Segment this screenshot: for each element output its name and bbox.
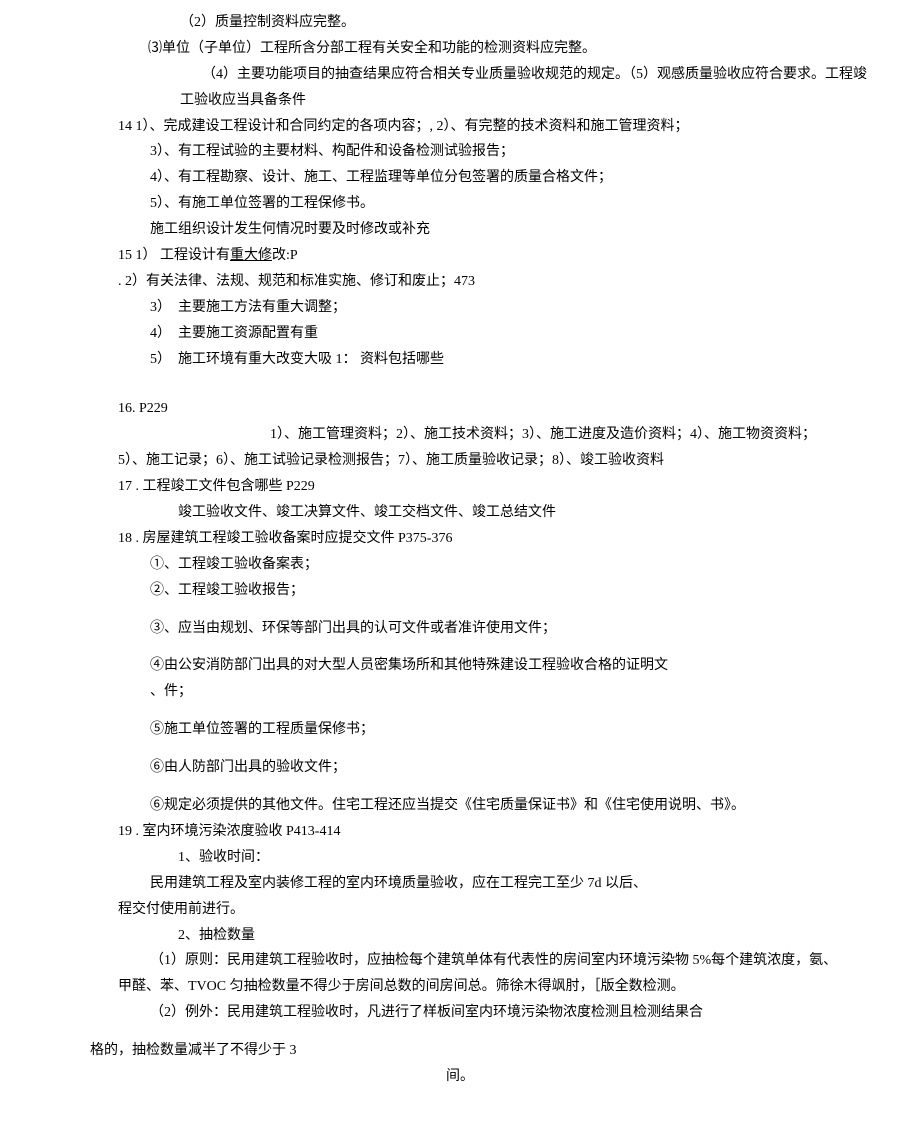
text-line: 15 1） 工程设计有重大修改:P (30, 243, 890, 269)
text-line: 16. P229 (30, 396, 890, 422)
text-line: 4）、有工程勘察、设计、施工、工程监理等单位分包签署的质量合格文件； (30, 165, 890, 191)
text-line: 施工组织设计发生何情况时要及时修改或补充 (30, 217, 890, 243)
text-line: 格的，抽检数量减半了不得少于 3 (30, 1038, 890, 1064)
text-line: ⑤施工单位签署的工程质量保修书； (30, 717, 890, 743)
underline-text: 重大修 (230, 248, 272, 263)
text-line: 程交付使用前进行。 (30, 897, 890, 923)
text-line: . 2）有关法律、法规、规范和标准实施、修订和废止；473 (30, 269, 890, 295)
text-line: ①、工程竣工验收备案表； (30, 552, 890, 578)
text-line: 2、抽检数量 (30, 923, 890, 949)
text-line: （2）例外：民用建筑工程验收时，凡进行了样板间室内环境污染物浓度检测且检测结果合 (30, 1000, 890, 1026)
text-line: 、件； (30, 679, 890, 705)
text-line: 5）、有施工单位签署的工程保修书。 (30, 191, 890, 217)
text-line: 竣工验收文件、竣工决算文件、竣工交档文件、竣工总结文件 (30, 500, 890, 526)
text-line: 1）、施工管理资料；2）、施工技术资料；3）、施工进度及造价资料；4）、施工物资… (30, 422, 890, 448)
text-line: 14 1）、完成建设工程设计和合同约定的各项内容；, 2）、有完整的技术资料和施… (30, 114, 890, 140)
text-line: 5） 施工环境有重大改变大吸 1： 资料包括哪些 (30, 347, 890, 373)
text-line: ③、应当由规划、环保等部门出具的认可文件或者准许使用文件； (30, 616, 890, 642)
text-line: 4） 主要施工资源配置有重 (30, 321, 890, 347)
text-line: 工验收应当具备条件 (30, 88, 890, 114)
text-line: ④由公安消防部门出具的对大型人员密集场所和其他特殊建设工程验收合格的证明文 (30, 653, 890, 679)
text-line: 民用建筑工程及室内装修工程的室内环境质量验收，应在工程完工至少 7d 以后、 (30, 871, 890, 897)
text-line: ②、工程竣工验收报告； (30, 578, 890, 604)
text-line: 间。 (30, 1064, 890, 1090)
text-line: ⑶单位（子单位）工程所含分部工程有关安全和功能的检测资料应完整。 (30, 36, 890, 62)
text-line: 3） 主要施工方法有重大调整； (30, 295, 890, 321)
text-line: 5）、施工记录；6）、施工试验记录检测报告；7）、施工质量验收记录；8）、竣工验… (30, 448, 890, 474)
text-span: 15 1） 工程设计有 (118, 248, 230, 263)
text-line: （2）质量控制资料应完整。 (30, 10, 890, 36)
text-line: 18 . 房屋建筑工程竣工验收备案时应提交文件 P375-376 (30, 526, 890, 552)
text-line: 3）、有工程试验的主要材料、构配件和设备检测试验报告； (30, 139, 890, 165)
text-line: （4）主要功能项目的抽查结果应符合相关专业质量验收规范的规定。（5）观感质量验收… (30, 62, 890, 88)
text-line: （1）原则：民用建筑工程验收时，应抽检每个建筑单体有代表性的房间室内环境污染物 … (30, 948, 890, 974)
text-span: 改:P (272, 248, 298, 263)
text-line: ⑥由人防部门出具的验收文件； (30, 755, 890, 781)
text-line: 1、验收时间： (30, 845, 890, 871)
text-line: ⑥规定必须提供的其他文件。住宅工程还应当提交《住宅质量保证书》和《住宅使用说明、… (30, 793, 890, 819)
text-line: 19 . 室内环境污染浓度验收 P413-414 (30, 819, 890, 845)
text-line: 甲醛、苯、TVOC 匀抽检数量不得少于房间总数的间房间总。筛徐木得飒肘，［版全数… (30, 974, 890, 1000)
text-line: 17 . 工程竣工文件包含哪些 P229 (30, 474, 890, 500)
